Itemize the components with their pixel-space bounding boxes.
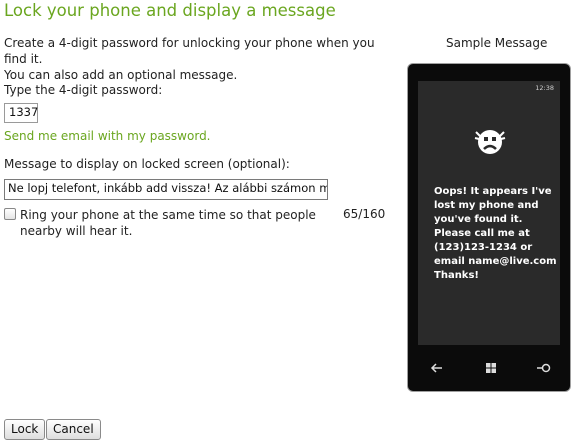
lock-button[interactable]: Lock xyxy=(4,419,46,440)
intro-text: Create a 4-digit password for unlocking … xyxy=(4,35,394,83)
message-label: Message to display on locked screen (opt… xyxy=(4,157,290,171)
back-arrow-icon xyxy=(430,363,442,373)
ring-checkbox[interactable] xyxy=(4,208,16,220)
intro-line-2: You can also add an optional message. xyxy=(4,68,238,82)
character-counter: 65/160 xyxy=(343,207,386,221)
sample-message-title: Sample Message xyxy=(446,36,548,50)
phone-clock: 12:38 xyxy=(535,84,554,92)
ring-option: Ring your phone at the same time so that… xyxy=(4,207,334,239)
send-email-link[interactable]: Send me email with my password. xyxy=(4,129,211,143)
phone-lock-message: Oops! It appears I've lost my phone and … xyxy=(434,186,557,281)
phone-screen: 12:38 Oops! It appears I've lost my phon… xyxy=(418,81,560,345)
ring-label[interactable]: Ring your phone at the same time so that… xyxy=(4,207,334,239)
page-title: Lock your phone and display a message xyxy=(4,1,336,20)
phone-navbar xyxy=(418,360,560,380)
sad-face-icon xyxy=(474,130,506,154)
message-input[interactable]: Ne lopj telefont, inkább add vissza! Az … xyxy=(4,179,328,200)
cancel-button[interactable]: Cancel xyxy=(46,419,101,440)
password-input[interactable]: 1337 xyxy=(4,103,38,123)
search-icon xyxy=(537,363,551,373)
password-label: Type the 4-digit password: xyxy=(4,83,163,97)
windows-logo-icon xyxy=(486,363,496,373)
phone-preview: 12:38 Oops! It appears I've lost my phon… xyxy=(407,63,571,392)
intro-line-1: Create a 4-digit password for unlocking … xyxy=(4,36,375,66)
